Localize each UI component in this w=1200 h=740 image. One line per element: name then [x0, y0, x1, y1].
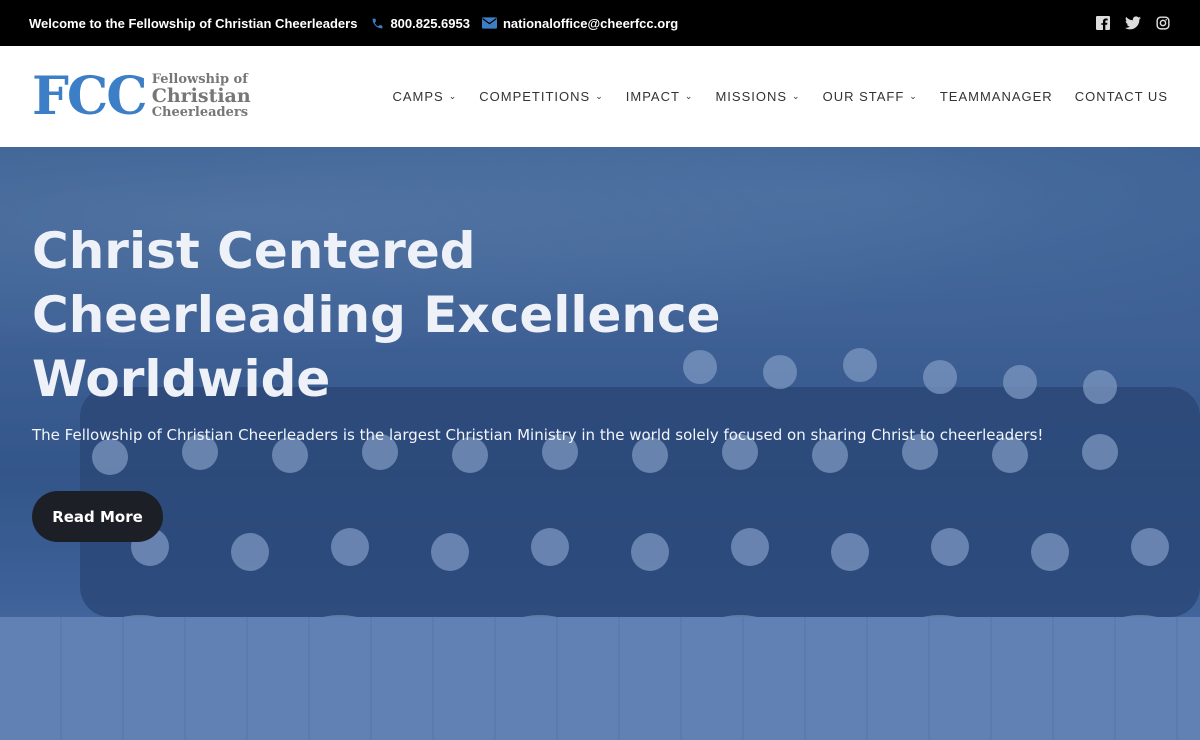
social-links	[1095, 15, 1171, 31]
nav-label: CONTACT US	[1074, 89, 1168, 104]
site-header: FCC Fellowship of Christian Cheerleaders…	[0, 46, 1200, 147]
chevron-down-icon: ⌄	[448, 91, 458, 101]
welcome-text: Welcome to the Fellowship of Christian C…	[29, 15, 358, 31]
nav-item-our-staff[interactable]: OUR STAFF ⌄	[823, 89, 918, 104]
phone-number: 800.825.6953	[390, 15, 470, 31]
hero-subtitle: The Fellowship of Christian Cheerleaders…	[32, 426, 1044, 444]
envelope-icon	[481, 17, 497, 29]
nav-item-contact-us[interactable]: CONTACT US	[1075, 89, 1168, 104]
read-more-button[interactable]: Read More	[32, 491, 163, 542]
facebook-icon[interactable]	[1095, 15, 1111, 31]
nav-item-missions[interactable]: MISSIONS ⌄	[715, 89, 800, 104]
nav-item-camps[interactable]: CAMPS ⌄	[392, 89, 457, 104]
email-address: nationaloffice@cheerfcc.org	[502, 15, 679, 31]
chevron-down-icon: ⌄	[909, 91, 918, 101]
nav-item-impact[interactable]: IMPACT ⌄	[626, 89, 694, 104]
nav-label: IMPACT	[625, 89, 680, 104]
chevron-down-icon: ⌄	[684, 91, 694, 101]
phone-icon	[373, 18, 383, 28]
instagram-icon[interactable]	[1155, 15, 1171, 31]
nav-item-competitions[interactable]: COMPETITIONS ⌄	[479, 89, 604, 104]
logo-line-3: Cheerleaders	[151, 105, 249, 121]
main-nav: CAMPS ⌄ COMPETITIONS ⌄ IMPACT ⌄ MISSIONS ⌄ O…	[392, 89, 1168, 104]
nav-item-teammanager[interactable]: TEAMMANAGER	[940, 89, 1053, 104]
fcc-logo[interactable]: FCC Fellowship of Christian Cheerleaders	[32, 65, 251, 127]
logo-wordmark: Fellowship of Christian Cheerleaders	[152, 73, 251, 120]
logo-mark: FCC	[32, 65, 148, 127]
phone-link[interactable]: 800.825.6953	[371, 16, 470, 31]
nav-label: CAMPS	[392, 89, 444, 104]
email-link[interactable]: nationaloffice@cheerfcc.org	[481, 15, 679, 31]
chevron-down-icon: ⌄	[792, 91, 801, 101]
nav-label: MISSIONS	[715, 89, 788, 104]
twitter-icon[interactable]	[1125, 15, 1141, 31]
hero-banner: Christ Centered Cheerleading Excellence …	[0, 147, 1200, 740]
top-bar: Welcome to the Fellowship of Christian C…	[0, 0, 1200, 46]
nav-label: OUR STAFF	[822, 89, 905, 104]
hero-title: Christ Centered Cheerleading Excellence …	[32, 222, 721, 408]
nav-label: TEAMMANAGER	[939, 89, 1053, 104]
logo-line-2: Christian	[151, 84, 251, 107]
nav-label: COMPETITIONS	[479, 89, 591, 104]
chevron-down-icon: ⌄	[595, 91, 604, 101]
